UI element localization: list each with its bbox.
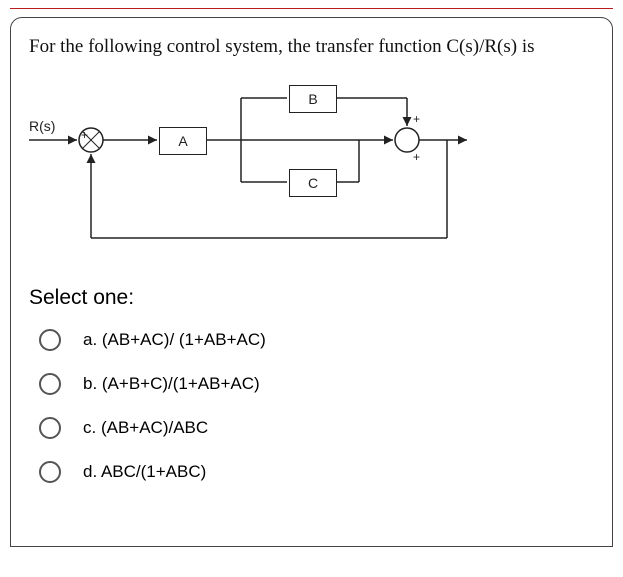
block-A: A [159,127,207,155]
block-B: B [289,85,337,113]
input-signal-label: R(s) [29,118,55,134]
question-card: For the following control system, the tr… [10,17,613,547]
radio-icon [39,373,61,395]
radio-icon [39,329,61,351]
block-C: C [289,169,337,197]
block-diagram: R(s) + + + A B C [29,68,469,268]
option-c[interactable]: c. (AB+AC)/ABC [29,406,594,450]
radio-icon [39,461,61,483]
option-c-label: c. (AB+AC)/ABC [83,418,208,438]
radio-icon [39,417,61,439]
option-a[interactable]: a. (AB+AC)/ (1+AB+AC) [29,318,594,362]
option-d[interactable]: d. ABC/(1+ABC) [29,450,594,494]
option-d-label: d. ABC/(1+ABC) [83,462,206,482]
sum1-sign: + [81,128,88,142]
question-text: For the following control system, the tr… [29,36,594,58]
options-list: a. (AB+AC)/ (1+AB+AC) b. (A+B+C)/(1+AB+A… [29,318,594,494]
option-a-label: a. (AB+AC)/ (1+AB+AC) [83,330,266,350]
option-b-label: b. (A+B+C)/(1+AB+AC) [83,374,260,394]
select-one-label: Select one: [29,286,594,310]
sum2-bot-sign: + [413,150,420,164]
diagram-svg [29,68,469,268]
sum2-top-sign: + [413,112,420,126]
option-b[interactable]: b. (A+B+C)/(1+AB+AC) [29,362,594,406]
